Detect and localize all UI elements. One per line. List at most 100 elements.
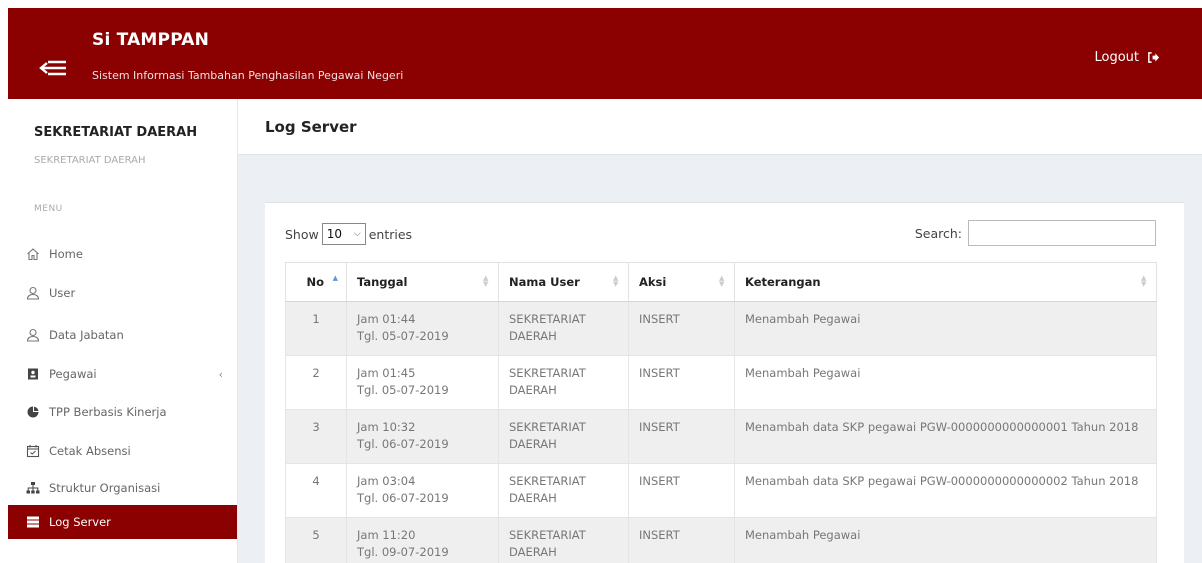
cell-tgl: Tgl. 05-07-2019	[357, 383, 449, 397]
user-icon	[26, 286, 40, 300]
cell-tanggal: Jam 10:32 Tgl. 06-07-2019	[346, 409, 499, 464]
sidebar-item-pegawai[interactable]: Pegawai ‹	[8, 357, 237, 391]
log-table-box: Show 10 ⌵ entries Search: No ▲ Tanggal ▲…	[265, 202, 1184, 563]
sidebar-item-label: Struktur Organisasi	[49, 481, 161, 495]
cell-keterangan: Menambah data SKP pegawai PGW-0000000000…	[734, 409, 1157, 464]
search-input[interactable]	[968, 220, 1156, 246]
cell-tgl: Tgl. 05-07-2019	[357, 329, 449, 343]
show-label: Show	[285, 226, 319, 242]
app-subtitle: Sistem Informasi Tambahan Penghasilan Pe…	[92, 69, 404, 82]
menu-header: MENU	[34, 204, 63, 214]
calendar-check-icon	[26, 444, 40, 458]
sidebar-item-label: Home	[49, 247, 83, 261]
column-header-aksi[interactable]: Aksi ▲ ▼	[628, 262, 735, 302]
cell-no: 5	[285, 517, 347, 563]
cell-aksi: INSERT	[628, 517, 735, 563]
entries-length-control: Show 10 ⌵ entries	[285, 223, 412, 245]
table-row: 1 Jam 01:44 Tgl. 05-07-2019 SEKRETARIAT D…	[285, 301, 1157, 356]
search-label: Search:	[914, 225, 962, 241]
sidebar-item-label: Pegawai	[49, 367, 97, 381]
column-header-keterangan[interactable]: Keterangan ▲ ▼	[734, 262, 1157, 302]
content-header: Log Server	[238, 99, 1202, 155]
sidebar-item-struktur-organisasi[interactable]: Struktur Organisasi	[8, 471, 237, 505]
logout-button[interactable]: Logout	[1094, 50, 1160, 65]
sidebar: SEKRETARIAT DAERAH SEKRETARIAT DAERAH ME…	[8, 99, 238, 563]
cell-tgl: Tgl. 09-07-2019	[357, 545, 449, 559]
cell-jam: Jam 03:04	[357, 474, 416, 488]
cell-no: 2	[285, 355, 347, 410]
sidebar-item-user[interactable]: User	[8, 276, 237, 310]
cell-aksi: INSERT	[628, 409, 735, 464]
sitemap-icon	[26, 481, 40, 495]
main-content: Log Server Show 10 ⌵ entries Search: No …	[238, 99, 1202, 563]
column-header-tanggal[interactable]: Tanggal ▲ ▼	[346, 262, 499, 302]
org-subtitle: SEKRETARIAT DAERAH	[34, 155, 146, 166]
cell-no: 4	[285, 463, 347, 518]
cell-tanggal: Jam 03:04 Tgl. 06-07-2019	[346, 463, 499, 518]
search-control: Search:	[915, 220, 1156, 246]
sidebar-item-label: Log Server	[49, 515, 111, 529]
page-title: Log Server	[265, 118, 357, 136]
sidebar-item-log-server[interactable]: Log Server	[8, 505, 237, 539]
user-icon	[26, 328, 40, 342]
column-header-label: No	[306, 275, 324, 289]
cell-nama-user: SEKRETARIAT DAERAH	[498, 517, 629, 563]
sidebar-item-data-jabatan[interactable]: Data Jabatan	[8, 318, 237, 352]
table-row: 5 Jam 11:20 Tgl. 09-07-2019 SEKRETARIAT D…	[285, 517, 1157, 563]
cell-nama-user: SEKRETARIAT DAERAH	[498, 409, 629, 464]
entries-value: 10	[326, 227, 343, 241]
cell-jam: Jam 11:20	[357, 528, 416, 542]
column-header-label: Tanggal	[357, 275, 408, 289]
sidebar-item-tpp[interactable]: TPP Berbasis Kinerja	[8, 395, 237, 429]
org-name: SEKRETARIAT DAERAH	[34, 125, 198, 140]
cell-jam: Jam 10:32	[357, 420, 416, 434]
cell-aksi: INSERT	[628, 301, 735, 356]
column-header-label: Nama User	[509, 275, 580, 289]
chevron-left-icon: ‹	[218, 367, 223, 381]
table-row: 2 Jam 01:45 Tgl. 05-07-2019 SEKRETARIAT D…	[285, 355, 1157, 410]
cell-nama-user: SEKRETARIAT DAERAH	[498, 355, 629, 410]
sort-asc-icon: ▲	[332, 274, 338, 282]
cell-jam: Jam 01:45	[357, 366, 416, 380]
cell-nama-user: SEKRETARIAT DAERAH	[498, 463, 629, 518]
cell-tgl: Tgl. 06-07-2019	[357, 491, 449, 505]
sidebar-item-label: User	[49, 286, 76, 300]
sidebar-item-cetak-absensi[interactable]: Cetak Absensi	[8, 434, 237, 468]
entries-label: entries	[368, 226, 413, 242]
cell-no: 1	[285, 301, 347, 356]
sign-out-icon	[1148, 52, 1160, 63]
table-row: 3 Jam 10:32 Tgl. 06-07-2019 SEKRETARIAT D…	[285, 409, 1157, 464]
sort-icon: ▲ ▼	[613, 274, 619, 288]
cell-keterangan: Menambah Pegawai	[734, 355, 1157, 410]
cell-jam: Jam 01:44	[357, 312, 416, 326]
cell-no: 3	[285, 409, 347, 464]
cell-nama-user: SEKRETARIAT DAERAH	[498, 301, 629, 356]
sidebar-item-home[interactable]: Home	[8, 237, 237, 271]
top-header: Si TAMPPAN Sistem Informasi Tambahan Pen…	[8, 8, 1202, 99]
sidebar-item-label: Cetak Absensi	[49, 444, 131, 458]
app-title: Si TAMPPAN	[92, 30, 210, 50]
cell-keterangan: Menambah Pegawai	[734, 301, 1157, 356]
column-header-no[interactable]: No ▲	[285, 262, 347, 302]
column-header-nama-user[interactable]: Nama User ▲ ▼	[498, 262, 629, 302]
pie-chart-icon	[26, 405, 40, 419]
cell-tanggal: Jam 11:20 Tgl. 09-07-2019	[346, 517, 499, 563]
chevron-down-icon: ⌵	[353, 229, 361, 239]
sidebar-toggle-button[interactable]	[38, 58, 68, 78]
cell-aksi: INSERT	[628, 355, 735, 410]
column-header-label: Aksi	[639, 275, 667, 289]
table-header-row: No ▲ Tanggal ▲▼ Nama User ▲▼ Aksi ▲▼	[285, 262, 1157, 302]
table-row: 4 Jam 03:04 Tgl. 06-07-2019 SEKRETARIAT D…	[285, 463, 1157, 518]
log-table: No ▲ Tanggal ▲▼ Nama User ▲▼ Aksi ▲▼	[285, 262, 1157, 563]
id-card-icon	[26, 367, 40, 381]
sort-icon: ▲ ▼	[1141, 274, 1147, 288]
arrow-left-icon	[39, 60, 66, 76]
cell-tanggal: Jam 01:45 Tgl. 05-07-2019	[346, 355, 499, 410]
sidebar-item-label: TPP Berbasis Kinerja	[49, 405, 167, 419]
cell-aksi: INSERT	[628, 463, 735, 518]
home-icon	[26, 247, 40, 261]
cell-keterangan: Menambah data SKP pegawai PGW-0000000000…	[734, 463, 1157, 518]
cell-keterangan: Menambah Pegawai	[734, 517, 1157, 563]
sort-icon: ▲ ▼	[483, 274, 489, 288]
entries-select[interactable]: 10 ⌵	[321, 223, 366, 245]
